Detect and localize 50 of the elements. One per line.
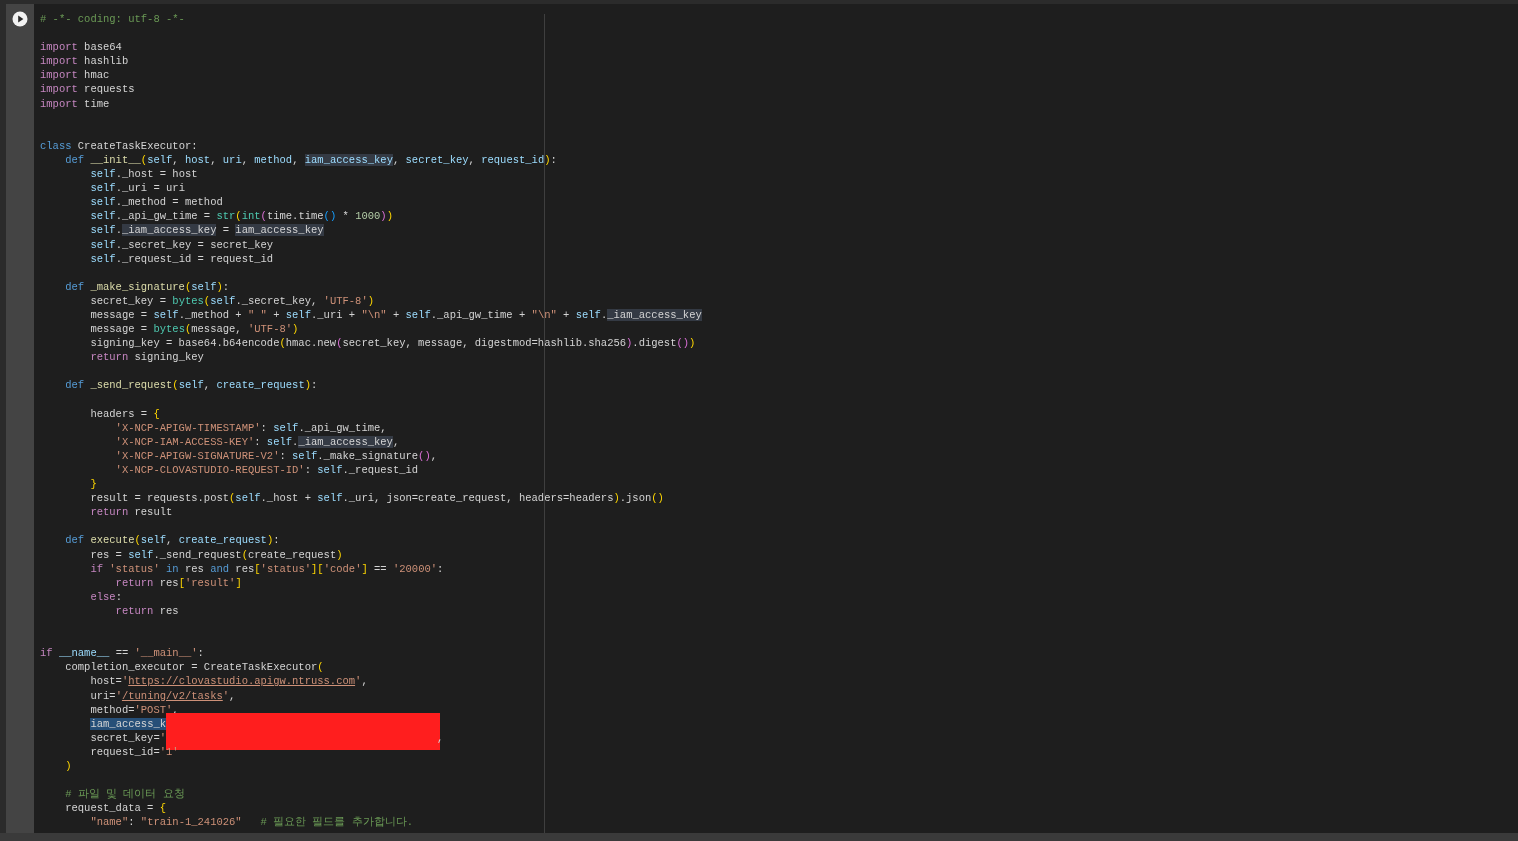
code-line: self._uri = uri [89,181,185,196]
code-line: message = bytes(message, 'UTF-8') [89,322,299,337]
code-line: uri='/tuning/v2/tasks', [89,688,236,703]
code-line: result = requests.post(self._host + self._uri, json=create_request, headers=headers).json() [89,491,664,506]
code-line: def _send_request(self, create_request): [64,378,318,393]
code-line: self._iam_access_key = iam_access_key [89,223,324,238]
code-line: ) [64,758,72,774]
code-line: def _make_signature(self): [64,279,230,294]
code-line: import requests [40,82,135,97]
play-icon [12,11,28,27]
code-line: "name": "train-1_241026" # 필요한 필드를 추가합니다. [89,815,414,830]
code-line: signing_key = base64.b64encode(hmac.new(secret_key, message, digestmod=hashlib.sha256).digest()) [89,336,696,351]
code-line: } [89,477,97,492]
code-line: class CreateTaskExecutor: [40,138,198,153]
code-line: res = self._send_request(create_request) [89,547,343,562]
code-line: return result [89,505,173,520]
code-line: 'X-NCP-CLOVASTUDIO-REQUEST-ID': self._request_id [114,463,419,478]
code-line: import hashlib [40,54,129,69]
code-line: def __init__(self, host, uri, method, iam_access_key, secret_key, request_id): [64,152,557,168]
code-line: import base64 [40,40,122,55]
code-line: import hmac [40,68,110,83]
code-line: self._api_gw_time = str(int(time.time() * 1000)) [89,209,393,224]
code-line: request_data = { [64,801,167,816]
code-line: request_id='1' [89,744,179,759]
code-line: 'X-NCP-APIGW-SIGNATURE-V2': self._make_signature(), [114,448,438,463]
run-button[interactable] [12,11,28,27]
code-line: headers = { [89,406,160,421]
code-line: 'X-NCP-APIGW-TIMESTAMP': self._api_gw_time, [114,420,387,435]
code-line: def execute(self, create_request): [64,533,280,548]
code-line: self._secret_key = secret_key [89,237,274,252]
code-line: self._method = method [89,195,223,210]
code-line: completion_executor = CreateTaskExecutor( [64,660,324,675]
code-line: self._request_id = request_id [89,251,274,266]
code-line: self._host = host [89,167,198,182]
code-line: secret_key = bytes(self._secret_key, 'UTF-8') [89,293,374,308]
code-line: import time [40,96,110,111]
code-line: else: [89,589,122,604]
code-line: # 파일 및 데이터 요청 [64,787,185,802]
code-line: method='POST', [89,702,179,717]
code-line: 'X-NCP-IAM-ACCESS-KEY': self._iam_access_key, [114,434,400,449]
code-line: if 'status' in res and res['status']['code'] == '20000': [89,561,444,576]
code-line: return signing_key [89,350,204,365]
code-line: secret_key=' , [89,730,444,745]
code-line: host='https://clovastudio.apigw.ntruss.com', [89,674,368,689]
code-line: # -*- coding: utf-8 -*- [40,12,185,27]
code-line: if __name__ == '__main__': [40,646,204,661]
code-line: return res['result'] [114,575,242,590]
code-line: message = self._method + " " + self._uri + "\n" + self._api_gw_time + "\n" + self._iam_access_key [89,307,702,323]
code-editor[interactable] [34,4,1518,833]
code-line: return res [114,603,179,619]
